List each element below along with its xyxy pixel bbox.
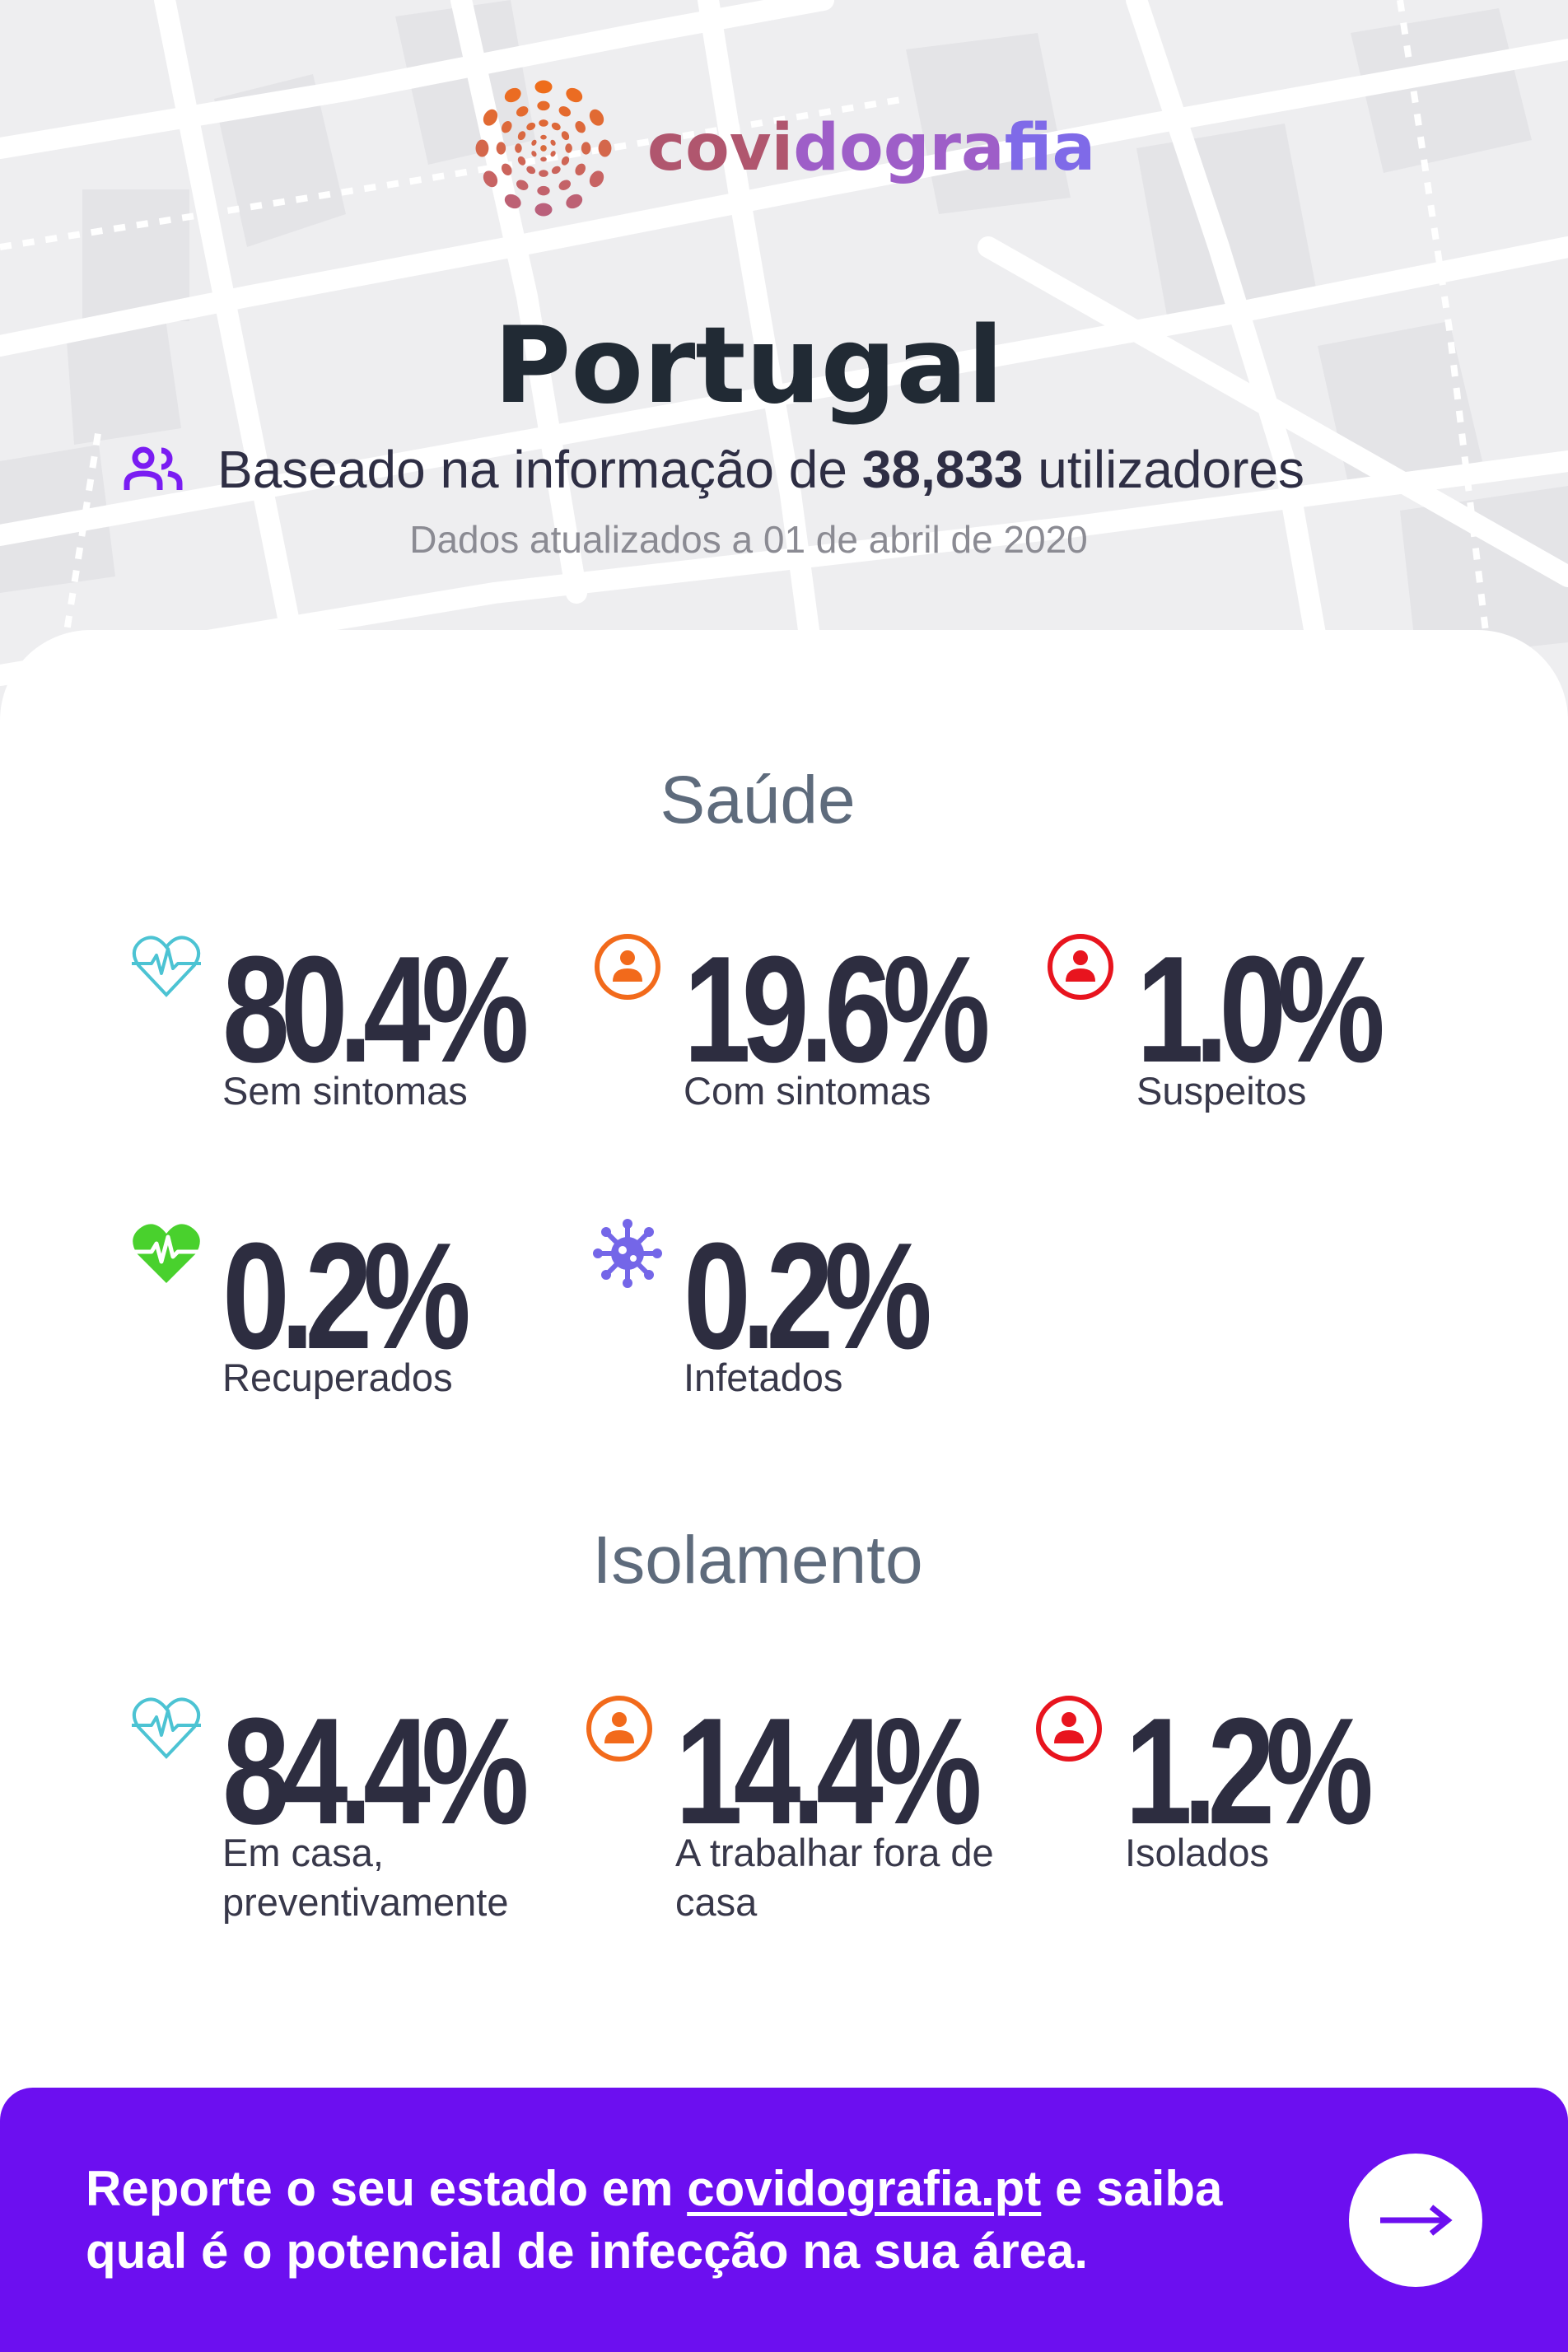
stat-label: Infetados [684,1356,843,1399]
virus-icon [593,1219,662,1288]
stat-value: 0.2% [684,1211,932,1380]
users-prefix: Baseado na informação de [217,440,847,499]
brand-logo[interactable]: covidografia [0,70,1568,226]
logo-dot [534,80,553,94]
arrow-right-icon [1380,2205,1453,2236]
users-info: Baseado na informação de 38,833 utilizad… [124,436,1441,502]
logo-dot [550,139,556,146]
logo-dot [483,170,498,188]
isolation-section-title: Isolamento [592,1523,923,1598]
logo-dot [575,120,586,133]
logo-dot [581,142,591,155]
logo-dot [561,156,570,166]
logo-dot [504,194,521,209]
stat-value: 19.6% [684,924,991,1094]
logo-dot [558,180,571,190]
report-banner[interactable]: Reporte o seu estado em covidografia.pt … [0,2088,1568,2352]
logo-dot [558,106,571,117]
logo-dot [501,120,512,133]
stat-label: Isolados [1125,1831,1270,1874]
website-link[interactable]: covidografia.pt [687,2161,1041,2216]
logo-dot [566,194,583,209]
logo-dot [539,119,548,127]
heart-filled-icon [132,1224,201,1283]
logo-dot [539,170,548,177]
logo-dot [551,122,561,131]
logo-dot [598,139,612,157]
users-text: Baseado na informação de 38,833 utilizad… [217,439,1304,500]
covid-dots-logo-icon [475,80,612,217]
logo-dot [504,87,521,103]
updated-date: Dados atualizados a 01 de abril de 2020 [409,518,1088,561]
go-button[interactable] [1349,2154,1482,2287]
logo-dot [566,87,583,103]
banner-text: Reporte o seu estado em covidografia.pt … [86,2158,1321,2283]
stat-label: Em casa, preventivamente [222,1831,509,1924]
logo-dot [575,163,586,176]
logo-dot [475,139,489,157]
brand-name-part: fia [1004,111,1096,185]
logo-dot [540,134,547,140]
stat-value: 14.4% [675,1686,982,1855]
stat-label: A trabalhar fora de casa [675,1831,994,1924]
logo-dot [551,166,561,175]
logo-dot [540,145,547,152]
person-circle-icon [586,1696,652,1762]
health-section-title: Saúde [660,763,856,838]
person-circle-icon [595,934,660,1000]
logo-dot [526,122,536,131]
stat-value: 0.2% [222,1211,471,1380]
country-title: Portugal [493,305,1004,427]
logo-dot [531,151,537,157]
heartbeat-outline-icon [132,936,201,997]
stat-label: Sem sintomas [222,1069,468,1113]
logo-dot [550,151,556,157]
brand-name-part: dogra [793,111,1005,185]
stat-value: 84.4% [222,1686,530,1855]
logo-dot [589,170,604,188]
logo-dot [516,106,529,117]
stat-label: Suspeitos [1136,1069,1307,1113]
logo-dot [534,203,553,217]
stat-label: Recuperados [222,1356,453,1399]
stat-value: 1.0% [1136,924,1385,1094]
stat-value: 80.4% [222,924,530,1094]
logo-dot [516,180,529,190]
logo-dot [540,156,547,162]
users-count: 38,833 [861,440,1024,499]
logo-dot [483,109,498,126]
brand-name: covidografia [647,111,1095,185]
logo-dot [515,143,522,153]
stat-value: 1.2% [1125,1686,1374,1855]
logo-dot [526,166,536,175]
logo-dot [517,156,526,166]
logo-dot [565,143,572,153]
users-icon [124,446,183,490]
brand-name-part: covi [646,111,794,185]
heartbeat-outline-icon [132,1697,201,1759]
person-circle-icon [1048,934,1113,1000]
logo-dot [561,131,570,141]
logo-dot [496,142,506,155]
logo-dot [501,163,512,176]
person-circle-icon [1036,1696,1102,1762]
banner-text-before: Reporte o seu estado em [86,2161,674,2216]
logo-dot [537,185,550,196]
logo-dot [517,131,526,141]
users-suffix: utilizadores [1038,440,1304,499]
logo-dot [537,100,550,111]
logo-dot [589,109,604,126]
logo-dot [531,139,537,146]
stat-label: Com sintomas [684,1069,931,1113]
